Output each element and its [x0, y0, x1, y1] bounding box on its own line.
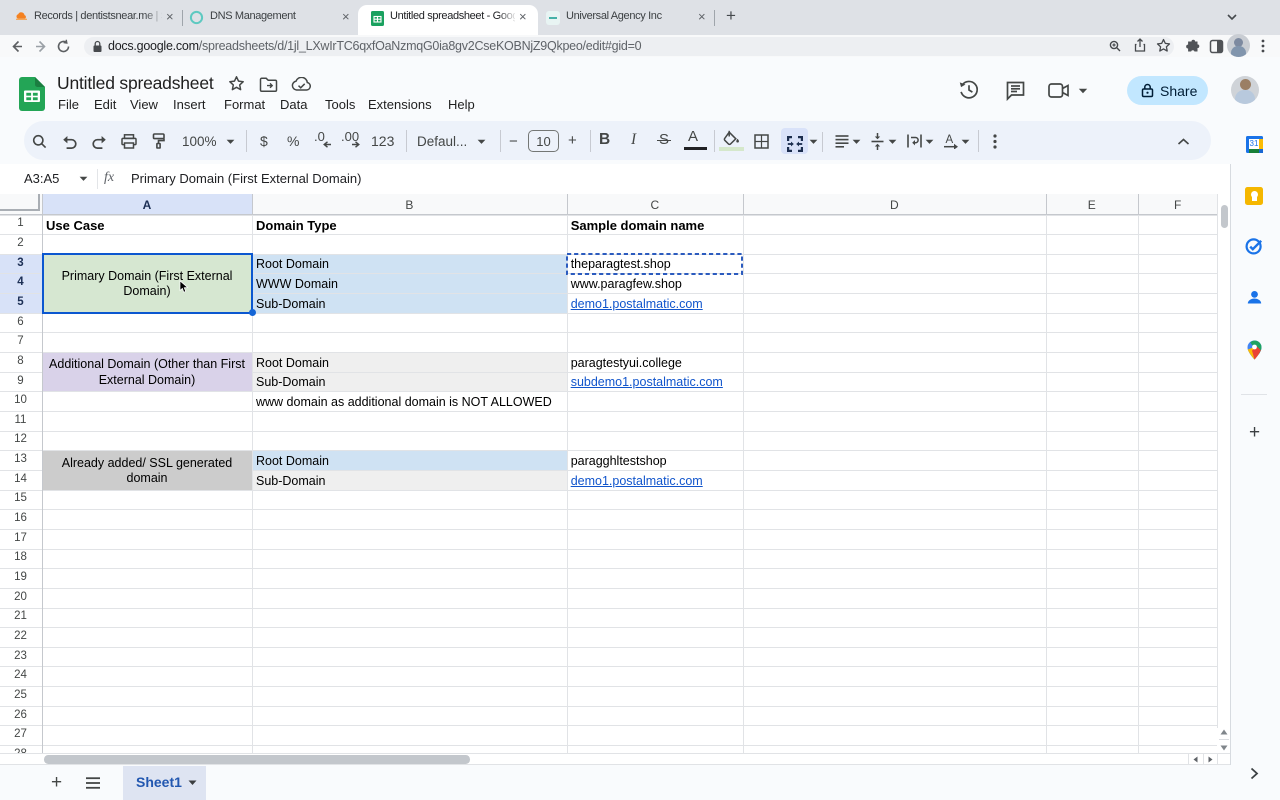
svg-text:A: A — [946, 134, 954, 146]
